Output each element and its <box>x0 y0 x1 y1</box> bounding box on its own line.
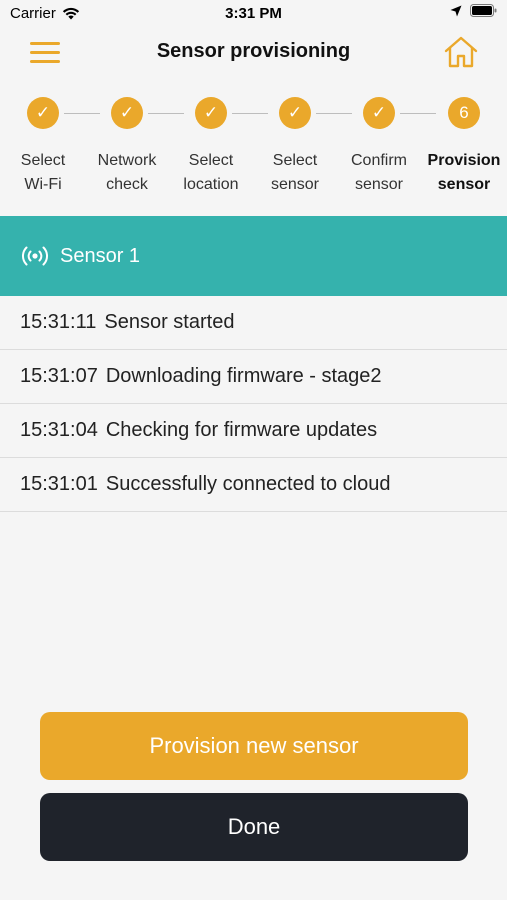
step-number: 6 <box>448 97 480 129</box>
location-arrow-icon <box>450 5 462 16</box>
step-select-sensor: ✓ Select sensor <box>253 97 337 197</box>
log-message: Checking for firmware updates <box>105 419 378 441</box>
step-check-icon: ✓ <box>363 97 395 129</box>
log-message: Sensor started <box>104 311 235 333</box>
nav-header: Sensor provisioning <box>0 28 507 78</box>
page-title: Sensor provisioning <box>156 40 351 62</box>
log-entry: 15:31:01 Successfully connected to cloud <box>0 458 507 512</box>
home-button[interactable] <box>443 34 479 70</box>
status-icons <box>450 4 497 17</box>
provision-new-sensor-button[interactable]: Provision new sensor <box>40 712 468 780</box>
step-label: Select Wi-Fi <box>20 152 66 193</box>
step-select-wifi: ✓ Select Wi-Fi <box>1 97 85 197</box>
step-label: Provision sensor <box>427 152 501 193</box>
clock: 3:31 PM <box>225 5 282 22</box>
step-select-location: ✓ Select location <box>169 97 253 197</box>
step-check-icon: ✓ <box>27 97 59 129</box>
progress-stepper: ✓ Select Wi-Fi ✓ Network check ✓ Select … <box>0 97 507 207</box>
broadcast-signal-icon <box>20 245 50 267</box>
log-time: 15:31:07 <box>20 365 98 387</box>
step-label: Select sensor <box>270 152 320 193</box>
step-provision-sensor: 6 Provision sensor <box>422 97 506 197</box>
log-entry: 15:31:04 Checking for firmware updates <box>0 404 507 458</box>
step-check-icon: ✓ <box>279 97 311 129</box>
step-network-check: ✓ Network check <box>85 97 169 197</box>
log-time: 15:31:01 <box>20 473 98 495</box>
log-entry: 15:31:07 Downloading firmware - stage2 <box>0 350 507 404</box>
log-message: Successfully connected to cloud <box>105 473 391 495</box>
done-button[interactable]: Done <box>40 793 468 861</box>
step-check-icon: ✓ <box>111 97 143 129</box>
sensor-header: Sensor 1 <box>0 216 507 296</box>
battery-icon <box>470 4 497 17</box>
provisioning-log: 15:31:11 Sensor started 15:31:07 Downloa… <box>0 296 507 512</box>
sensor-name: Sensor 1 <box>60 244 141 267</box>
home-icon <box>444 36 478 68</box>
step-label: Network check <box>97 152 157 193</box>
status-bar: Carrier 3:31 PM <box>0 0 507 28</box>
step-check-icon: ✓ <box>195 97 227 129</box>
step-label: Select location <box>183 152 239 193</box>
step-confirm-sensor: ✓ Confirm sensor <box>337 97 421 197</box>
log-time: 15:31:11 <box>20 311 97 333</box>
log-message: Downloading firmware - stage2 <box>105 365 382 387</box>
log-entry: 15:31:11 Sensor started <box>0 296 507 350</box>
log-time: 15:31:04 <box>20 419 98 441</box>
step-label: Confirm sensor <box>350 152 407 193</box>
